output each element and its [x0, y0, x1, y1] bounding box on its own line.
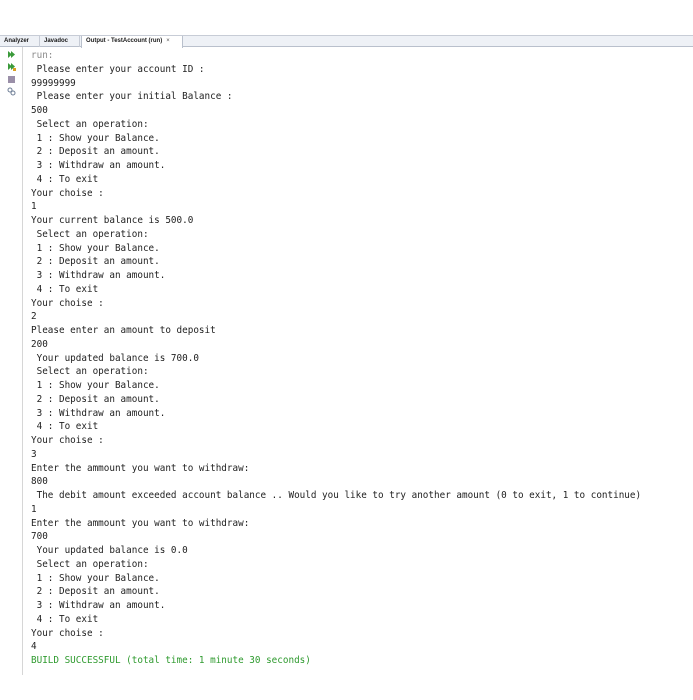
- run-header-line: run:: [31, 50, 54, 61]
- console-line: 4 : To exit: [31, 173, 99, 185]
- console-line: 2 : Deposit an amount.: [31, 393, 160, 405]
- console-line: The debit amount exceeded account balanc…: [31, 490, 642, 501]
- console-line: Your choise :: [31, 435, 104, 446]
- console-line: 3: [31, 448, 37, 460]
- console-line: 2 : Deposit an amount.: [31, 586, 160, 598]
- console-line: Your choise :: [31, 297, 104, 309]
- console-line: Select an operation:: [31, 118, 149, 130]
- console-line: 3 : Withdraw an amount.: [31, 407, 166, 419]
- console-line: Your updated balance is 0.0: [31, 545, 188, 556]
- console-line: 800: [31, 476, 48, 488]
- console-line: 4 : To exit: [31, 421, 99, 433]
- output-tab-bar: Analyzer Javadoc Output - TestAccount (r…: [0, 35, 693, 48]
- console-line: 1 : Show your Balance.: [31, 380, 160, 391]
- console-line: 4 : To exit: [31, 283, 99, 295]
- console-line: Please enter your initial Balance :: [31, 91, 233, 103]
- tab-label: Output - TestAccount (run): [86, 38, 163, 44]
- console-line: 2 : Deposit an amount.: [31, 146, 160, 158]
- console-line: 4 : To exit: [31, 613, 99, 625]
- settings-icon[interactable]: [7, 87, 16, 96]
- console-line: 1 : Show your Balance.: [31, 242, 160, 254]
- console-line: 200: [31, 338, 48, 350]
- console-output[interactable]: run: Please enter your account ID : 99999…: [22, 47, 692, 675]
- console-line: Please enter your account ID :: [31, 63, 205, 75]
- console-line: 700: [31, 531, 48, 543]
- console-line: 1: [31, 503, 37, 515]
- console-line: Enter the ammount you want to withdraw:: [31, 462, 250, 474]
- console-line: Your updated balance is 700.0: [31, 352, 199, 364]
- build-status-line: BUILD SUCCESSFUL (total time: 1 minute 3…: [31, 655, 311, 666]
- console-line: 500: [31, 105, 48, 116]
- tab-analyzer[interactable]: Analyzer: [0, 36, 40, 47]
- stop-icon[interactable]: [7, 75, 16, 84]
- console-line: Enter the ammount you want to withdraw:: [31, 517, 250, 529]
- tab-label: Javadoc: [44, 38, 69, 44]
- console-line: Your current balance is 500.0: [31, 215, 194, 226]
- console-line: 1 : Show your Balance.: [31, 572, 160, 584]
- console-line: 99999999: [31, 77, 76, 89]
- rerun-with-options-icon[interactable]: [7, 62, 16, 71]
- console-line: 1: [31, 201, 37, 213]
- console-line: Your choise :: [31, 627, 104, 639]
- console-line: Select an operation:: [31, 558, 149, 570]
- console-line: 1 : Show your Balance.: [31, 132, 160, 144]
- close-icon[interactable]: ×: [166, 38, 170, 44]
- console-line: 4: [31, 641, 37, 653]
- console-line: Please enter an amount to deposit: [31, 325, 216, 336]
- output-toolbar: [0, 47, 22, 675]
- console-line: 3 : Withdraw an amount.: [31, 270, 166, 281]
- tab-javadoc[interactable]: Javadoc: [40, 36, 80, 47]
- console-line: 3 : Withdraw an amount.: [31, 600, 166, 611]
- console-line: 2 : Deposit an amount.: [31, 256, 160, 268]
- console-line: Select an operation:: [31, 366, 149, 378]
- tab-label: Analyzer: [4, 38, 30, 44]
- rerun-icon[interactable]: [7, 50, 16, 59]
- console-line: Select an operation:: [31, 228, 149, 240]
- console-line: 2: [31, 311, 37, 323]
- ide-output-window: Analyzer Javadoc Output - TestAccount (r…: [0, 35, 693, 675]
- console-line: Your choise :: [31, 187, 104, 199]
- console-line: 3 : Withdraw an amount.: [31, 160, 166, 171]
